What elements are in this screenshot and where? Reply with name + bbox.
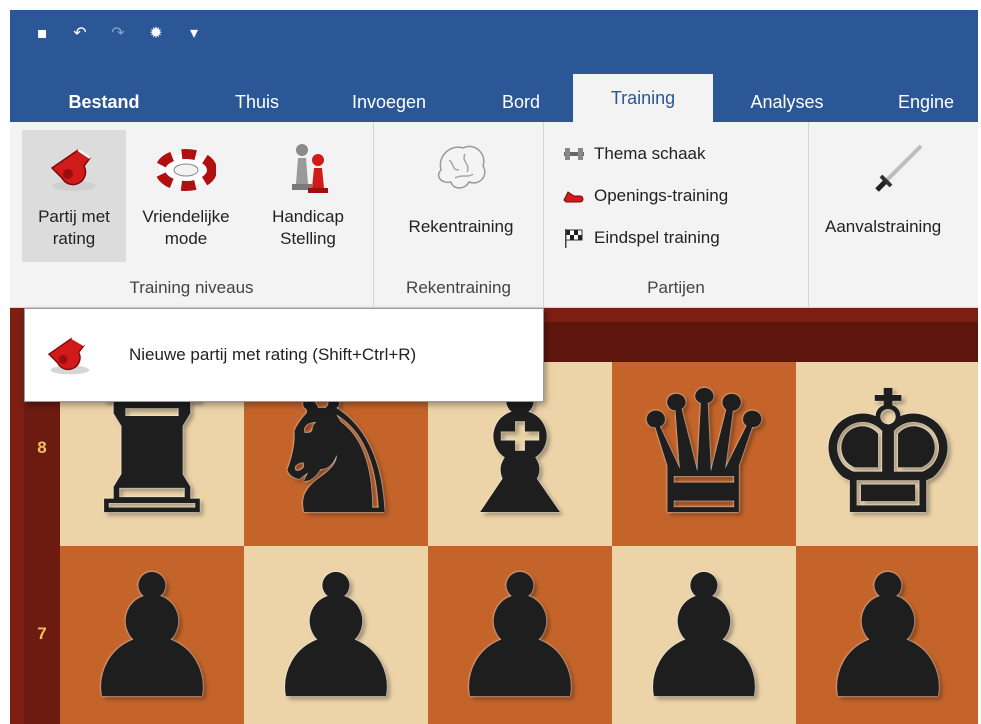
square-d7[interactable]: ♟ [612,546,796,724]
whistle-icon [47,337,90,375]
thema-schaak-label: Thema schaak [594,144,706,163]
handicap-stelling-label: Handicap Stelling [272,207,344,248]
tooltip-text: Nieuwe partij met rating (Shift+Ctrl+R) [129,345,417,364]
undo-icon[interactable]: ↶ [70,22,90,42]
partij-met-rating-label: Partij met rating [38,207,110,248]
square-e7[interactable]: ♟ [796,546,978,724]
black-king[interactable]: ♚ [812,369,964,539]
tab-invoegen[interactable]: Invoegen [328,82,450,122]
black-pawn[interactable]: ♟ [76,553,228,723]
rekentraining-button[interactable]: Rekentraining [386,130,536,262]
dumbbell-icon [564,148,584,160]
square-b7[interactable]: ♟ [244,546,428,724]
tab-analyses[interactable]: Analyses [728,82,846,122]
eindspel-training-button[interactable]: Eindspel training [562,218,720,258]
group-label-partijen: Partijen [647,278,705,297]
sword-icon [875,144,923,192]
group-label-rekentraining: Rekentraining [406,278,511,297]
checkered-flag-icon [565,229,583,248]
quick-access-toolbar: ▪ ↶ ↷ ✹ ▾ [32,22,204,42]
black-pawn[interactable]: ♟ [812,553,964,723]
engine-icon[interactable]: ✹ [146,22,166,42]
tab-thuis[interactable]: Thuis [202,82,312,122]
group-partijen: Thema schaak Openings-training Eindspel … [544,122,809,308]
redo-icon[interactable]: ↷ [108,22,128,42]
tab-engine[interactable]: Engine [876,82,976,122]
lifebuoy-icon [156,149,216,191]
ribbon-panel: Partij met rating Vriendelijke mode Hand… [10,122,978,308]
vriendelijke-mode-button[interactable]: Vriendelijke mode [134,130,238,262]
rekentraining-label: Rekentraining [408,217,514,236]
whistle-icon [50,149,96,191]
group-aanvalstraining: Aanvalstraining [809,122,978,308]
ribbon-tabs: Bestand Thuis Invoegen Bord Training Ana… [10,74,978,122]
square-e8[interactable]: ♚ [796,362,978,546]
pawns-icon [292,144,328,193]
black-pawn[interactable]: ♟ [444,553,596,723]
brain-icon [437,145,486,189]
rank-label-7: 7 [37,624,47,643]
tab-training[interactable]: Training [573,74,713,122]
customize-icon[interactable]: ▾ [184,22,204,42]
tab-bestand[interactable]: Bestand [40,82,168,122]
running-shoe-icon [563,191,584,203]
aanvalstraining-button[interactable]: Aanvalstraining [825,130,978,262]
group-label-training-niveaus: Training niveaus [129,278,254,297]
black-pawn[interactable]: ♟ [260,553,412,723]
tab-bord[interactable]: Bord [476,82,566,122]
eindspel-training-label: Eindspel training [594,228,720,247]
black-queen[interactable]: ♛ [628,369,780,539]
title-bar: ▪ ↶ ↷ ✹ ▾ Bestand Thuis Invoegen Bord Tr… [10,10,978,122]
group-rekentraining: Rekentraining Rekentraining [374,122,544,308]
handicap-stelling-button[interactable]: Handicap Stelling [250,130,366,262]
black-pawn[interactable]: ♟ [628,553,780,723]
rank-labels: 8 7 [24,362,60,724]
group-training-niveaus: Partij met rating Vriendelijke mode Hand… [10,122,374,308]
vriendelijke-mode-label: Vriendelijke mode [142,207,230,248]
rank-label-8: 8 [37,438,47,457]
app-window: ▪ ↶ ↷ ✹ ▾ Bestand Thuis Invoegen Bord Tr… [10,10,978,724]
square-a7[interactable]: ♟ [60,546,244,724]
partij-met-rating-button[interactable]: Partij met rating [22,130,126,262]
thema-schaak-button[interactable]: Thema schaak [562,134,706,174]
aanvalstraining-label: Aanvalstraining [825,217,942,236]
square-c7[interactable]: ♟ [428,546,612,724]
save-icon[interactable]: ▪ [32,22,52,42]
openings-training-button[interactable]: Openings-training [562,176,728,216]
openings-training-label: Openings-training [594,186,729,205]
square-d8[interactable]: ♛ [612,362,796,546]
tooltip: Nieuwe partij met rating (Shift+Ctrl+R) [24,308,544,402]
